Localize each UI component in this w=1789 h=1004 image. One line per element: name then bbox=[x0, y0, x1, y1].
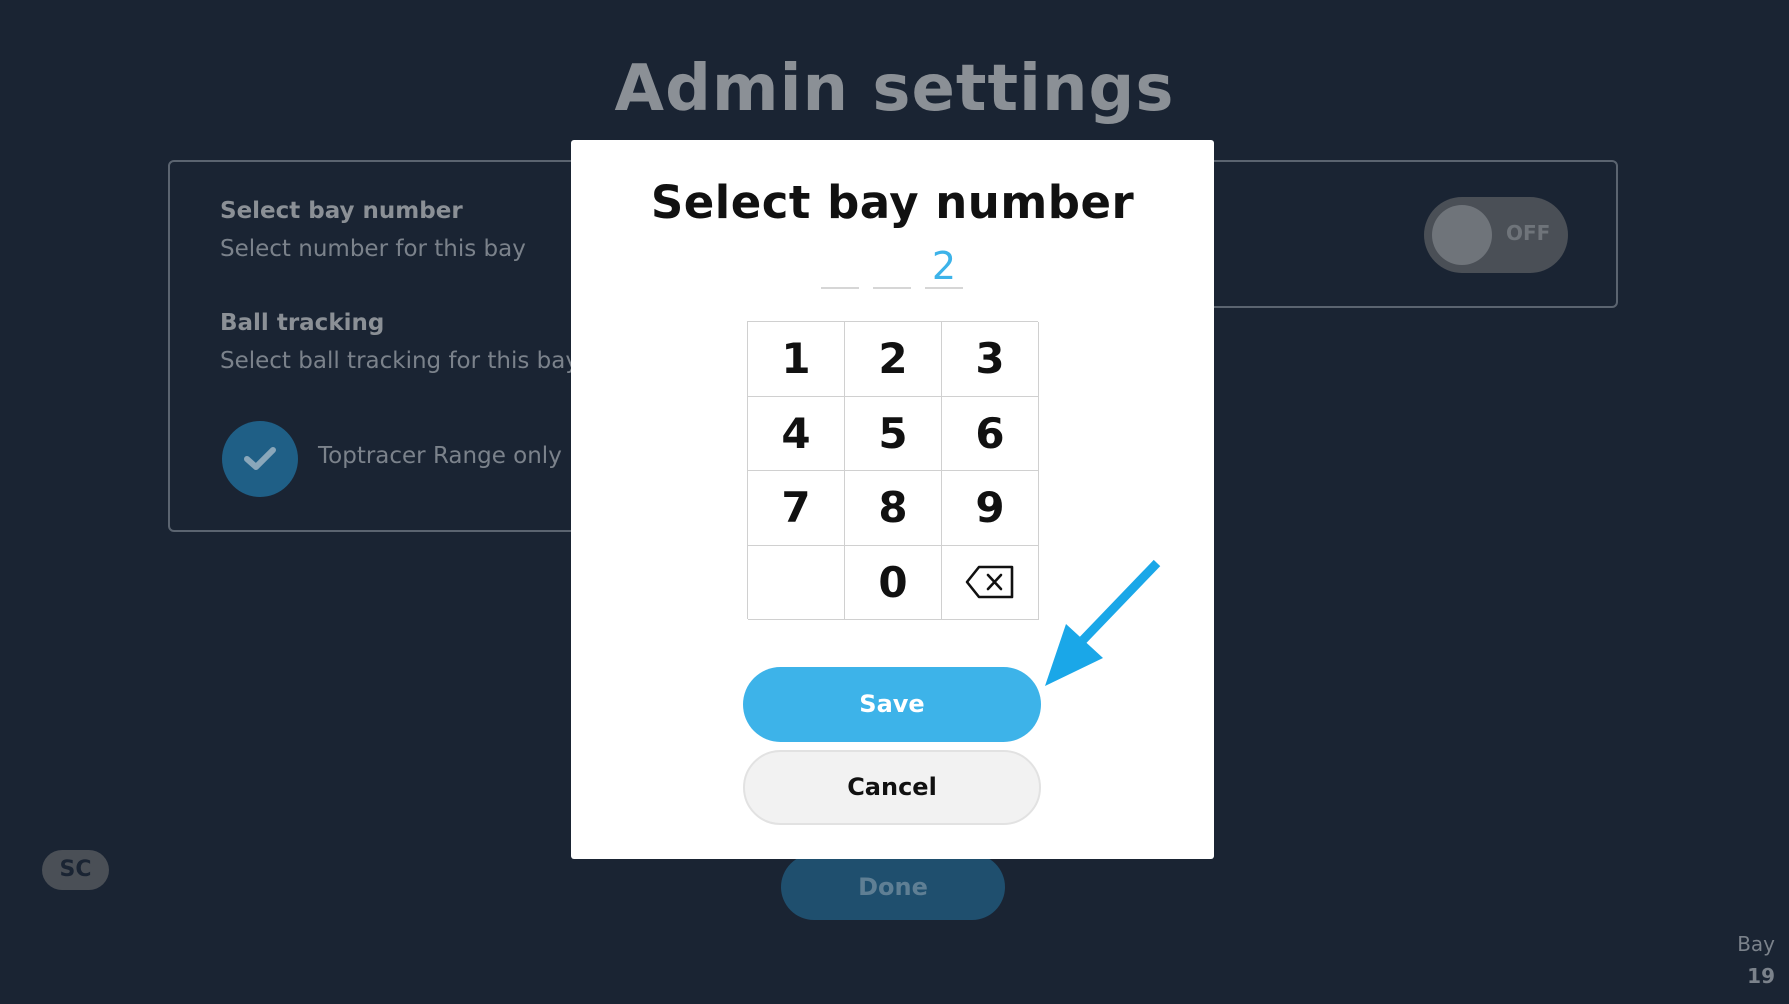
ball-tracking-subtitle: Select ball tracking for this bay bbox=[220, 348, 579, 374]
dialog-title: Select bay number bbox=[650, 176, 1135, 229]
bay-label: Bay bbox=[1737, 932, 1775, 956]
key-0[interactable]: 0 bbox=[845, 545, 942, 620]
key-4[interactable]: 4 bbox=[748, 396, 845, 471]
bay-number: 19 bbox=[1747, 964, 1775, 988]
key-1[interactable]: 1 bbox=[748, 322, 845, 397]
key-2[interactable]: 2 bbox=[845, 322, 942, 397]
digit-slot-3: 2 bbox=[925, 247, 963, 289]
sc-badge[interactable]: SC bbox=[42, 850, 109, 890]
key-9[interactable]: 9 bbox=[942, 471, 1039, 546]
key-6[interactable]: 6 bbox=[942, 396, 1039, 471]
toptracer-range-label: Toptracer Range only bbox=[318, 443, 562, 469]
done-button[interactable]: Done bbox=[781, 854, 1005, 920]
save-button[interactable]: Save bbox=[743, 667, 1041, 742]
digit-slot-1 bbox=[821, 247, 859, 289]
cancel-button[interactable]: Cancel bbox=[743, 750, 1041, 825]
toptracer-range-checkbox[interactable] bbox=[222, 421, 298, 497]
backspace-icon bbox=[965, 565, 1014, 599]
bay-number-dialog: Select bay number 2 1 2 3 4 5 6 7 8 9 0 … bbox=[571, 140, 1214, 859]
numeric-keypad: 1 2 3 4 5 6 7 8 9 0 bbox=[747, 321, 1039, 620]
toggle-knob bbox=[1432, 205, 1492, 265]
toggle-state-label: OFF bbox=[1506, 221, 1551, 245]
key-empty bbox=[748, 545, 845, 620]
ball-tracking-title: Ball tracking bbox=[220, 310, 385, 336]
page-title: Admin settings bbox=[614, 52, 1175, 126]
setting-toggle[interactable]: OFF bbox=[1424, 197, 1568, 273]
bay-indicator: Bay 19 bbox=[1737, 932, 1775, 988]
check-icon bbox=[244, 447, 276, 470]
key-7[interactable]: 7 bbox=[748, 471, 845, 546]
bay-number-title: Select bay number bbox=[220, 198, 463, 224]
backspace-key[interactable] bbox=[942, 545, 1039, 620]
digit-slot-2 bbox=[873, 247, 911, 289]
key-8[interactable]: 8 bbox=[845, 471, 942, 546]
key-5[interactable]: 5 bbox=[845, 396, 942, 471]
key-3[interactable]: 3 bbox=[942, 322, 1039, 397]
bay-number-subtitle: Select number for this bay bbox=[220, 236, 526, 262]
